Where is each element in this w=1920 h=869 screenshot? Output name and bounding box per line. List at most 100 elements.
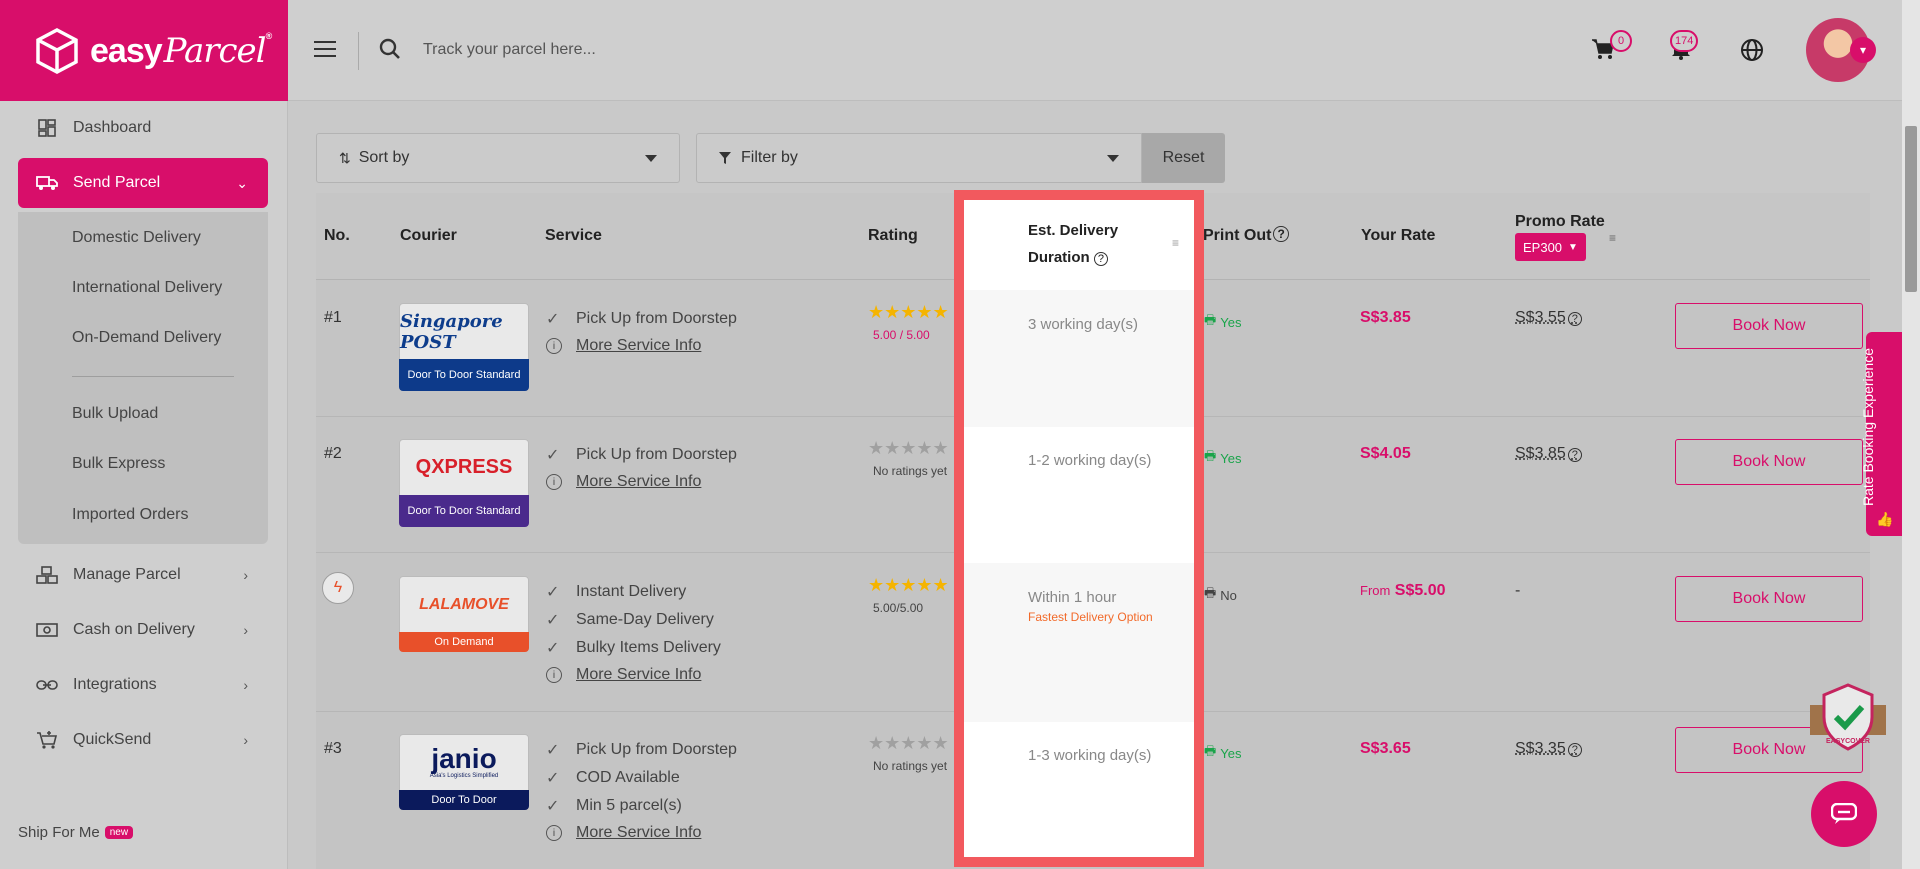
printer-icon: 🖶 bbox=[1204, 743, 1217, 758]
help-icon[interactable]: ? bbox=[1567, 312, 1582, 326]
help-icon[interactable]: ? bbox=[1273, 226, 1289, 242]
rating-value: 5.00/5.00 bbox=[873, 601, 924, 615]
printer-icon: 🖶 bbox=[1204, 448, 1217, 463]
info-icon: i bbox=[546, 474, 562, 490]
easycover-shield-icon[interactable]: EASYCOVER bbox=[1810, 683, 1886, 751]
page-scrollbar[interactable] bbox=[1902, 0, 1920, 869]
service-tag: Door To Door Standard bbox=[399, 359, 529, 391]
service-item: ✓ COD Available bbox=[546, 769, 680, 787]
submenu-domestic-delivery[interactable]: Domestic Delivery bbox=[72, 229, 201, 247]
filter-dropdown[interactable]: Filter by bbox=[696, 133, 1142, 183]
submenu-bulk-express[interactable]: Bulk Express bbox=[72, 455, 165, 473]
header-print-out: Print Out? bbox=[1203, 226, 1289, 245]
book-now-button[interactable]: Book Now bbox=[1675, 439, 1863, 485]
chevron-right-icon: › bbox=[243, 677, 248, 693]
check-icon: ✓ bbox=[546, 770, 560, 787]
service-item: ✓ Min 5 parcel(s) bbox=[546, 797, 682, 815]
sidebar: easyParcel® Dashboard Send Parcel ⌄ Dome… bbox=[0, 0, 288, 869]
header-est-delivery-duration[interactable]: Est. Delivery Duration ? ≡ bbox=[964, 200, 1194, 289]
more-service-info-link[interactable]: i More Service Info bbox=[546, 473, 701, 491]
sidebar-item-send-parcel[interactable]: Send Parcel ⌄ bbox=[18, 158, 268, 208]
more-service-info-link[interactable]: i More Service Info bbox=[546, 666, 701, 684]
sort-lines-icon[interactable]: ≡ bbox=[1172, 236, 1179, 250]
submenu-international-delivery[interactable]: International Delivery bbox=[72, 279, 222, 297]
sidebar-item-label: Manage Parcel bbox=[73, 566, 181, 583]
chevron-down-icon[interactable]: ▾ bbox=[1850, 37, 1876, 63]
sidebar-item-dashboard[interactable]: Dashboard bbox=[18, 103, 268, 153]
submenu-imported-orders[interactable]: Imported Orders bbox=[72, 506, 188, 524]
sort-dropdown[interactable]: ⇅ Sort by bbox=[316, 133, 680, 183]
more-service-info-link[interactable]: i More Service Info bbox=[546, 824, 701, 842]
info-icon: i bbox=[546, 338, 562, 354]
sort-lines-icon[interactable]: ≡ bbox=[1609, 231, 1616, 245]
promo-code-dropdown[interactable]: EP300 ▼ bbox=[1515, 233, 1586, 261]
sidebar-item-quicksend[interactable]: QuickSend › bbox=[18, 715, 268, 765]
sidebar-item-label: Send Parcel bbox=[73, 174, 161, 191]
hamburger-menu-icon[interactable] bbox=[314, 41, 336, 57]
ship-for-me-link[interactable]: Ship For Me new bbox=[18, 824, 134, 841]
rating-stars: ★★★★★ bbox=[868, 438, 949, 458]
track-parcel-input[interactable] bbox=[423, 36, 923, 64]
cart-count-badge: 0 bbox=[1610, 30, 1632, 52]
send-parcel-submenu: Domestic Delivery International Delivery… bbox=[18, 212, 268, 544]
topbar: 0 174 ▾ bbox=[288, 0, 1902, 101]
rating-stars: ★★★★★ bbox=[868, 575, 949, 595]
check-icon: ✓ bbox=[546, 311, 560, 328]
lalamove-logo: LALAMOVE bbox=[399, 576, 529, 632]
scrollbar-thumb[interactable] bbox=[1905, 126, 1917, 292]
rate-booking-experience-tab[interactable]: Rate Booking Experience 👍 bbox=[1860, 332, 1902, 536]
chat-button[interactable] bbox=[1811, 781, 1877, 847]
sidebar-item-integrations[interactable]: Integrations › bbox=[18, 660, 268, 710]
header-courier: Courier bbox=[400, 227, 457, 244]
service-item: ✓ Same-Day Delivery bbox=[546, 611, 714, 629]
globe-icon[interactable] bbox=[1740, 38, 1764, 62]
duration-cell: 1-3 working day(s) bbox=[964, 722, 1194, 857]
help-icon[interactable]: ? bbox=[1567, 448, 1582, 462]
chevron-right-icon: › bbox=[243, 732, 248, 748]
row-number: #2 bbox=[324, 445, 342, 462]
new-badge: new bbox=[104, 826, 134, 839]
duration-cell: Within 1 hour Fastest Delivery Option bbox=[964, 563, 1194, 722]
filter-icon bbox=[719, 152, 731, 164]
promo-rate: S$3.85? bbox=[1515, 445, 1582, 463]
row-number: #3 bbox=[324, 740, 342, 757]
brand-logo[interactable]: easyParcel® bbox=[0, 0, 288, 101]
fastest-delivery-note: Fastest Delivery Option bbox=[1028, 610, 1153, 624]
more-service-info-link[interactable]: i More Service Info bbox=[546, 337, 701, 355]
sidebar-item-label: Integrations bbox=[73, 676, 157, 693]
book-now-button[interactable]: Book Now bbox=[1675, 576, 1863, 622]
topbar-divider bbox=[358, 32, 359, 70]
boxes-icon bbox=[36, 564, 58, 586]
help-icon[interactable]: ? bbox=[1093, 252, 1108, 266]
your-rate: S$3.85 bbox=[1360, 309, 1411, 326]
submenu-bulk-upload[interactable]: Bulk Upload bbox=[72, 405, 158, 423]
header-rating: Rating bbox=[868, 227, 918, 244]
caret-down-icon: ▼ bbox=[1568, 241, 1578, 253]
info-icon: i bbox=[546, 667, 562, 683]
duration-cell: 3 working day(s) bbox=[964, 290, 1194, 427]
print-out-status: 🖶 Yes bbox=[1204, 742, 1242, 764]
service-tag: On Demand bbox=[399, 632, 529, 652]
qxpress-logo: QXPRESS bbox=[399, 439, 529, 495]
sort-icon: ⇅ bbox=[339, 149, 351, 166]
header-no: No. bbox=[324, 227, 350, 244]
duration-cell: 1-2 working day(s) bbox=[964, 427, 1194, 563]
service-item: ✓ Pick Up from Doorstep bbox=[546, 741, 737, 759]
book-now-button[interactable]: Book Now bbox=[1675, 303, 1863, 349]
svg-text:EASYCOVER: EASYCOVER bbox=[1826, 738, 1870, 745]
your-rate: S$3.65 bbox=[1360, 740, 1411, 757]
sidebar-item-cash-on-delivery[interactable]: Cash on Delivery › bbox=[18, 605, 268, 655]
help-icon[interactable]: ? bbox=[1567, 743, 1582, 757]
chevron-right-icon: › bbox=[243, 567, 248, 583]
highlighted-duration-column: Est. Delivery Duration ? ≡ 3 working day… bbox=[954, 190, 1204, 867]
reset-button[interactable]: Reset bbox=[1142, 133, 1225, 183]
submenu-on-demand-delivery[interactable]: On-Demand Delivery bbox=[72, 329, 221, 347]
sidebar-item-label: QuickSend bbox=[73, 731, 152, 748]
header-promo-rate: Promo Rate bbox=[1515, 213, 1605, 230]
promo-code-label: EP300 bbox=[1523, 239, 1563, 255]
promo-rate: S$3.55? bbox=[1515, 309, 1582, 327]
brand-name: easyParcel® bbox=[90, 30, 272, 71]
sidebar-item-manage-parcel[interactable]: Manage Parcel › bbox=[18, 550, 268, 600]
duration-value: 3 working day(s) bbox=[1028, 316, 1139, 333]
header-service: Service bbox=[545, 227, 602, 244]
